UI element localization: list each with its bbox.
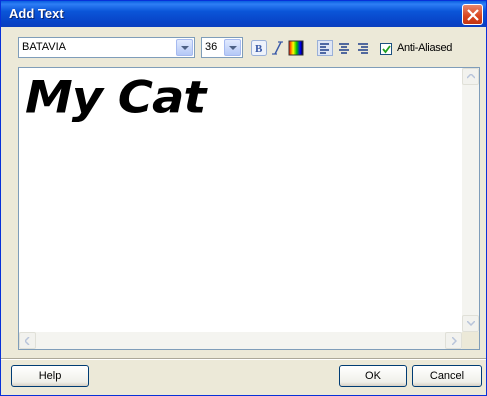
cancel-button[interactable]: Cancel <box>412 365 482 387</box>
text-toolbar: BATAVIA 36 B Anti-Aliased <box>1 37 486 61</box>
title-bar[interactable]: Add Text <box>1 1 486 27</box>
anti-aliased-label[interactable]: Anti-Aliased <box>397 42 452 54</box>
chevron-left-icon <box>25 337 30 345</box>
align-left-button[interactable] <box>316 39 334 57</box>
scroll-up-button[interactable] <box>462 68 479 85</box>
dialog-title: Add Text <box>9 6 64 21</box>
ok-button[interactable]: OK <box>339 365 407 387</box>
horizontal-scrollbar[interactable] <box>19 332 462 349</box>
text-editor[interactable]: My Cat <box>18 67 480 350</box>
anti-aliased-checkbox[interactable] <box>380 43 392 55</box>
align-left-icon <box>317 40 333 56</box>
scrollbar-corner <box>462 332 479 349</box>
checkmark-icon <box>382 45 391 54</box>
size-select[interactable]: 36 <box>201 37 243 58</box>
close-icon <box>467 9 479 21</box>
chevron-up-icon <box>467 74 475 79</box>
align-center-icon <box>339 43 349 54</box>
editor-text-content[interactable]: My Cat <box>25 72 206 124</box>
add-text-dialog: Add Text BATAVIA 36 B Anti-Aliased My Ca… <box>0 0 487 396</box>
color-palette-icon <box>288 40 304 56</box>
italic-icon <box>272 41 283 55</box>
scroll-left-button[interactable] <box>19 332 36 349</box>
bold-icon: B <box>251 40 267 56</box>
help-button[interactable]: Help <box>11 365 89 387</box>
size-select-value: 36 <box>205 41 218 53</box>
chevron-down-icon <box>181 46 189 50</box>
align-right-icon <box>358 43 368 54</box>
italic-button[interactable] <box>268 39 286 57</box>
chevron-down-icon <box>467 321 475 326</box>
size-select-dropdown-button[interactable] <box>224 39 241 56</box>
svg-text:B: B <box>255 43 263 55</box>
font-select[interactable]: BATAVIA <box>18 37 195 58</box>
align-center-button[interactable] <box>335 39 353 57</box>
chevron-right-icon <box>452 337 457 345</box>
bold-button[interactable]: B <box>250 39 268 57</box>
font-select-value: BATAVIA <box>22 41 67 53</box>
font-select-dropdown-button[interactable] <box>176 39 193 56</box>
footer-divider <box>1 358 486 360</box>
color-button[interactable] <box>287 39 305 57</box>
close-button[interactable] <box>462 4 483 25</box>
align-right-button[interactable] <box>354 39 372 57</box>
chevron-down-icon <box>229 46 237 50</box>
vertical-scrollbar[interactable] <box>462 68 479 332</box>
scroll-right-button[interactable] <box>445 332 462 349</box>
scroll-down-button[interactable] <box>462 315 479 332</box>
